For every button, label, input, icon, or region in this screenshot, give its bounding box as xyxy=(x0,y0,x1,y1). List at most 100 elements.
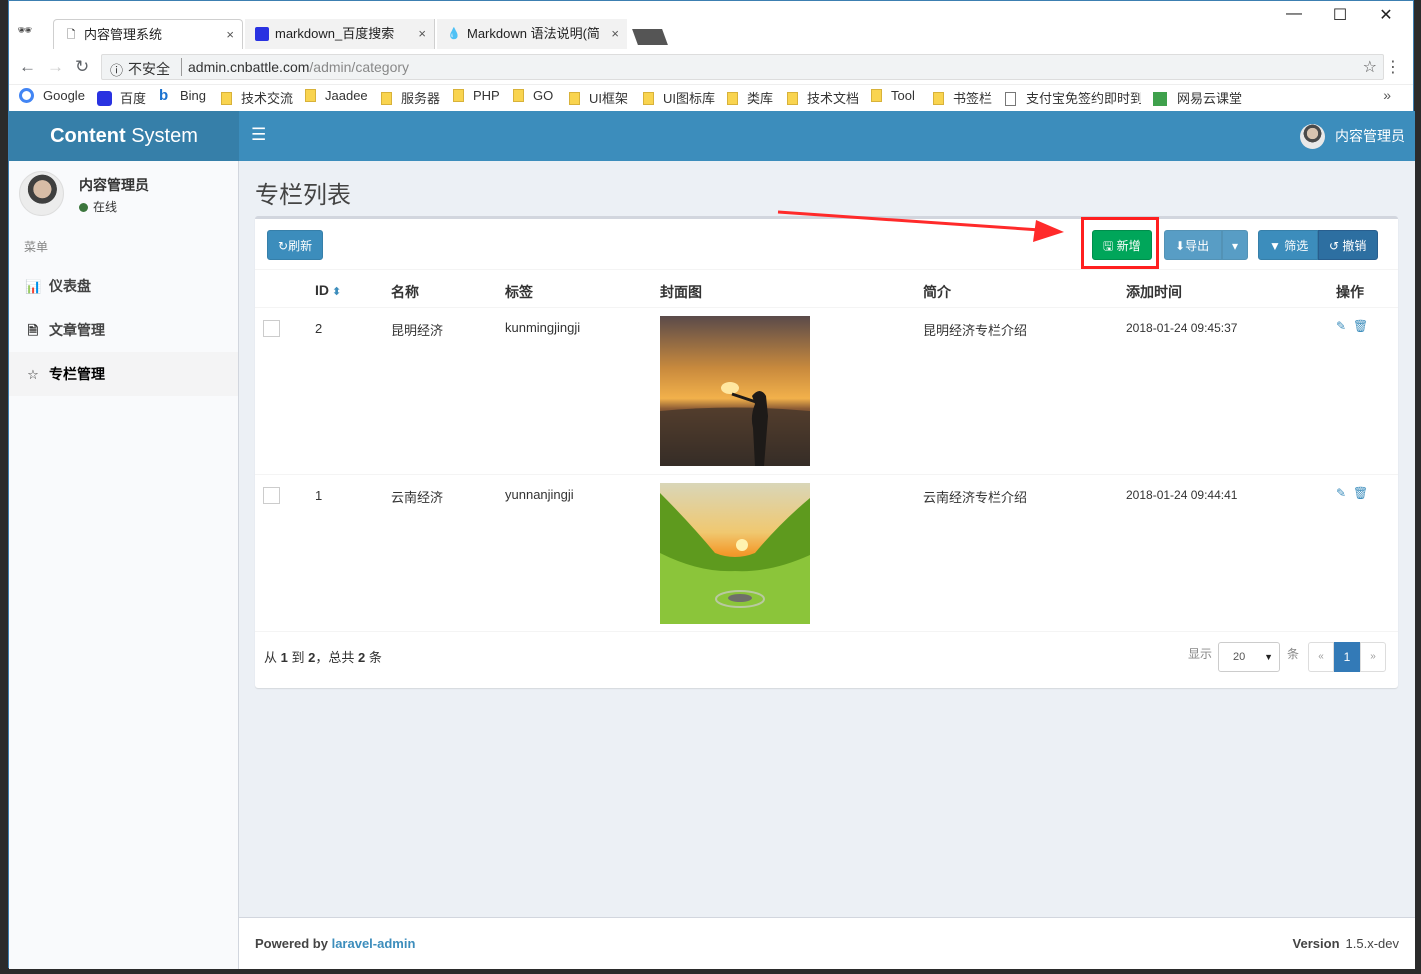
close-window-icon[interactable]: ✕ xyxy=(1363,5,1409,25)
refresh-button[interactable]: ↻刷新 xyxy=(267,230,324,260)
online-status: 在线 xyxy=(79,198,117,215)
cover-image[interactable] xyxy=(660,316,810,466)
bookmarks-bar: Google 百度 b Bing 技术交流 Jaadee 服务器 PHP GO U… xyxy=(9,85,1413,109)
sidebar: 内容管理员 在线 菜单 📊 仪表盘 🗎 文章管理 ☆ 专栏管理 xyxy=(9,161,239,969)
sidebar-item-columns[interactable]: ☆ 专栏管理 xyxy=(9,352,238,396)
bookmark-folder[interactable]: Jaadee xyxy=(305,88,368,103)
new-button[interactable]: 🖫 新增 xyxy=(1092,230,1152,260)
bookmark-folder[interactable]: 书签栏 xyxy=(933,88,992,107)
powered-by: Powered by laravel-admin xyxy=(255,936,416,951)
bookmark-wangyi[interactable]: 网易云课堂 xyxy=(1153,88,1242,107)
browser-menu-icon[interactable]: ⋮ xyxy=(1385,57,1401,77)
new-tab-button[interactable] xyxy=(632,29,668,45)
sidebar-item-dashboard[interactable]: 📊 仪表盘 xyxy=(9,264,238,308)
cell-time: 2018-01-24 09:45:37 xyxy=(1126,321,1238,335)
export-dropdown-button[interactable]: ▾ xyxy=(1222,230,1248,260)
save-icon: 🖫 xyxy=(1103,239,1117,253)
omnibox[interactable]: ⓘ 不安全 admin.cnbattle.com/admin/category … xyxy=(101,54,1384,80)
filter-button[interactable]: ▼ 筛选 xyxy=(1258,230,1318,260)
export-button[interactable]: ⬇导出 xyxy=(1164,230,1222,260)
page-prev-button[interactable]: « xyxy=(1308,642,1334,672)
cell-id: 1 xyxy=(315,488,323,503)
logo[interactable]: Content System xyxy=(9,111,239,161)
cell-name: 昆明经济 xyxy=(391,323,444,338)
divider xyxy=(255,307,1398,308)
bookmark-baidu[interactable]: 百度 xyxy=(97,88,146,107)
close-icon[interactable]: × xyxy=(226,20,234,49)
page-title: 专栏列表 xyxy=(255,182,351,209)
bookmark-folder[interactable]: PHP xyxy=(453,88,500,103)
version-info: Version 1.5.x-dev xyxy=(1292,936,1399,951)
cell-id: 2 xyxy=(315,321,323,336)
bookmark-page[interactable]: 支付宝免签约即时到帐 xyxy=(1005,88,1141,107)
status-dot-icon xyxy=(79,203,88,212)
sidebar-toggle-icon[interactable]: ☰ xyxy=(251,125,266,145)
grid-footer: 从 1 到 2，总共 2 条 显示 20 ▼ 条 « 1 » xyxy=(255,631,1398,688)
sidebar-item-articles[interactable]: 🗎 文章管理 xyxy=(9,308,238,352)
download-icon: ⬇ xyxy=(1175,239,1186,253)
bookmark-google[interactable]: Google xyxy=(19,88,85,103)
url-text[interactable]: admin.cnbattle.com/admin/category xyxy=(188,59,409,75)
folder-icon xyxy=(453,89,464,102)
edit-icon[interactable]: ✎ xyxy=(1336,486,1346,500)
trash-icon[interactable]: 🗑 xyxy=(1353,486,1368,500)
trash-icon[interactable]: 🗑 xyxy=(1353,319,1368,333)
maximize-icon[interactable]: ☐ xyxy=(1317,5,1363,25)
tab-baidu-search[interactable]: markdown_百度搜索 × xyxy=(245,19,435,49)
folder-icon xyxy=(933,92,944,105)
info-icon[interactable]: ⓘ xyxy=(110,60,123,79)
cell-tag: kunmingjingji xyxy=(505,320,581,335)
bookmark-folder[interactable]: 服务器 xyxy=(381,88,440,107)
header-user-name: 内容管理员 xyxy=(1335,128,1405,144)
bookmark-folder[interactable]: 技术文档 xyxy=(787,88,859,107)
bookmarks-overflow-button[interactable]: » xyxy=(1383,87,1391,103)
wangyi-icon xyxy=(1153,92,1167,106)
page-next-button[interactable]: » xyxy=(1360,642,1386,672)
close-icon[interactable]: × xyxy=(418,19,426,49)
divider xyxy=(255,474,1398,475)
bookmark-bing[interactable]: b Bing xyxy=(159,88,206,103)
menu-header: 菜单 xyxy=(24,240,49,254)
user-menu[interactable]: 内容管理员 xyxy=(1300,111,1415,161)
caret-down-icon: ▼ xyxy=(1264,652,1273,662)
laravel-admin-link[interactable]: laravel-admin xyxy=(332,936,416,951)
edit-icon[interactable]: ✎ xyxy=(1336,319,1346,333)
tab-content-system[interactable]: 🗋 内容管理系统 × xyxy=(53,19,243,49)
bookmark-folder[interactable]: UI框架 xyxy=(569,88,628,107)
per-page-select[interactable]: 20 ▼ xyxy=(1218,642,1280,672)
close-icon[interactable]: × xyxy=(611,19,619,49)
forward-icon[interactable]: → xyxy=(47,57,64,77)
tab-label: Markdown 语法说明(简 xyxy=(467,26,600,41)
cover-image[interactable] xyxy=(660,483,810,624)
per-page-label: 显示 xyxy=(1188,647,1213,661)
reload-icon[interactable]: ↻ xyxy=(75,57,89,77)
reset-button[interactable]: ↺ 撤销 xyxy=(1318,230,1378,260)
droplet-icon: 💧 xyxy=(447,28,461,40)
tab-label: markdown_百度搜索 xyxy=(275,26,395,41)
cell-tag: yunnanjingji xyxy=(505,487,574,502)
page-icon: 🗋 xyxy=(66,29,76,41)
bookmark-folder[interactable]: UI图标库 xyxy=(643,88,715,107)
tab-markdown-doc[interactable]: 💧 Markdown 语法说明(简 × xyxy=(437,19,627,49)
sort-icon[interactable]: ⬍ xyxy=(332,286,341,298)
folder-icon xyxy=(569,92,580,105)
security-label[interactable]: 不安全 xyxy=(128,59,170,79)
bookmark-folder[interactable]: Tool xyxy=(871,88,915,103)
row-checkbox[interactable] xyxy=(263,320,280,337)
page-number-button[interactable]: 1 xyxy=(1334,642,1360,672)
bookmark-star-icon[interactable]: ☆ xyxy=(1363,57,1377,77)
refresh-icon: ↻ xyxy=(278,239,289,253)
back-icon[interactable]: ← xyxy=(19,57,36,77)
minimize-icon[interactable]: — xyxy=(1271,5,1317,23)
column-header-tag: 标签 xyxy=(505,284,533,300)
column-header-intro: 简介 xyxy=(923,284,951,300)
bookmark-folder[interactable]: GO xyxy=(513,88,553,103)
baidu-icon xyxy=(255,27,269,41)
bookmark-folder[interactable]: 类库 xyxy=(727,88,773,107)
cell-name: 云南经济 xyxy=(391,490,444,505)
bookmark-folder[interactable]: 技术交流 xyxy=(221,88,293,107)
cell-intro: 云南经济专栏介绍 xyxy=(923,490,1028,505)
column-header-id[interactable]: ID ⬍ xyxy=(315,282,341,298)
row-checkbox[interactable] xyxy=(263,487,280,504)
per-page-unit: 条 xyxy=(1287,647,1300,661)
